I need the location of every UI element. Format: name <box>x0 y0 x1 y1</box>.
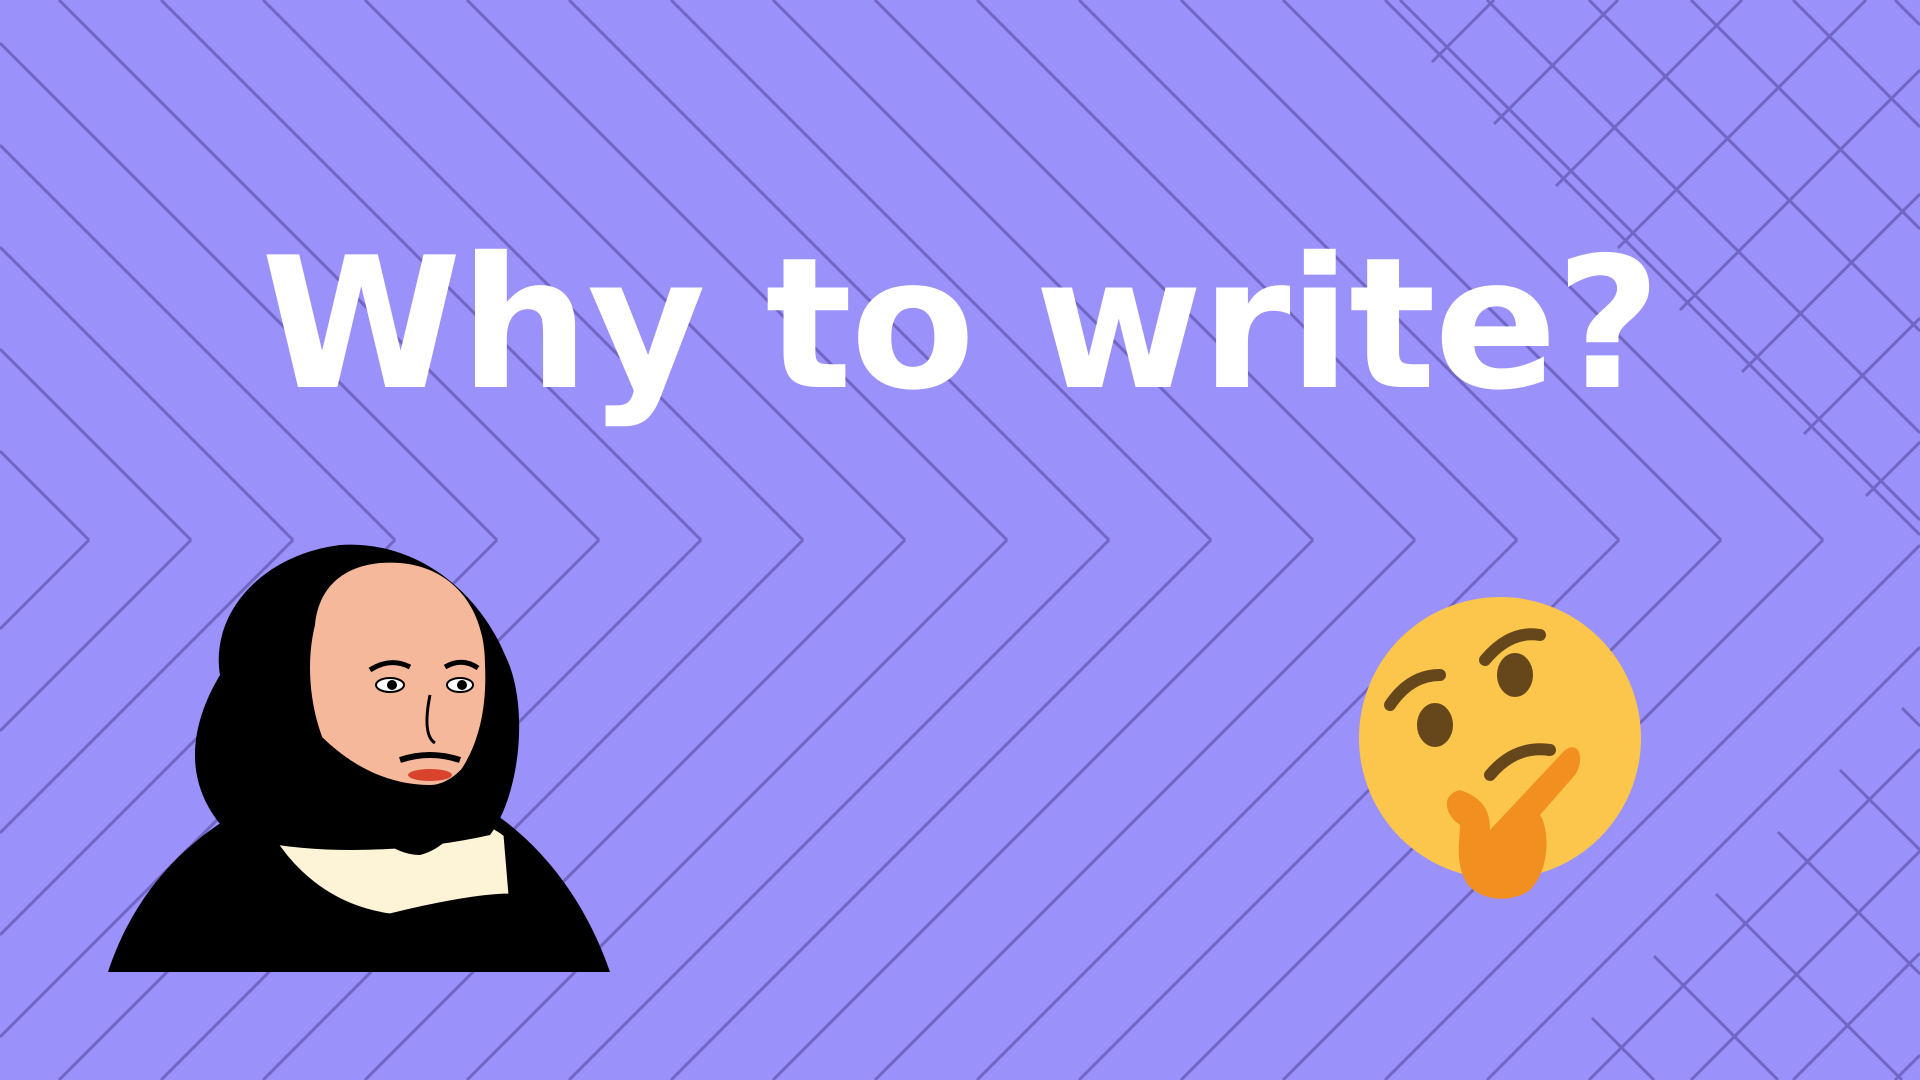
herringbone-line <box>1652 954 1780 1080</box>
herringbone-line <box>1714 892 1904 1080</box>
herringbone-line <box>1554 0 1744 188</box>
chevron-line <box>1791 951 1920 1080</box>
herringbone-line <box>1900 706 1920 728</box>
chevron-line <box>873 538 1417 1080</box>
chevron-line <box>1893 0 1920 27</box>
chevron-line <box>567 538 1111 1080</box>
thinking-face-emoji <box>1359 597 1641 899</box>
chevron-line <box>669 538 1213 1080</box>
herringbone-line <box>1776 830 1920 976</box>
herringbone-line <box>1492 0 1620 126</box>
shakespeare-portrait <box>108 544 610 972</box>
chevron-line <box>1689 0 1920 231</box>
herringbone-line <box>1430 0 1496 64</box>
herringbone-line <box>1838 768 1920 852</box>
herringbone-line <box>1864 440 1920 498</box>
chevron-line <box>1791 0 1920 129</box>
slide-title: Why to write? <box>260 218 1661 430</box>
chevron-line <box>0 538 91 631</box>
chevron-line <box>1689 849 1920 1080</box>
herringbone-line <box>1590 1016 1656 1080</box>
chevron-line <box>771 538 1315 1080</box>
chevron-line <box>0 449 91 542</box>
herringbone-line <box>1616 0 1868 250</box>
